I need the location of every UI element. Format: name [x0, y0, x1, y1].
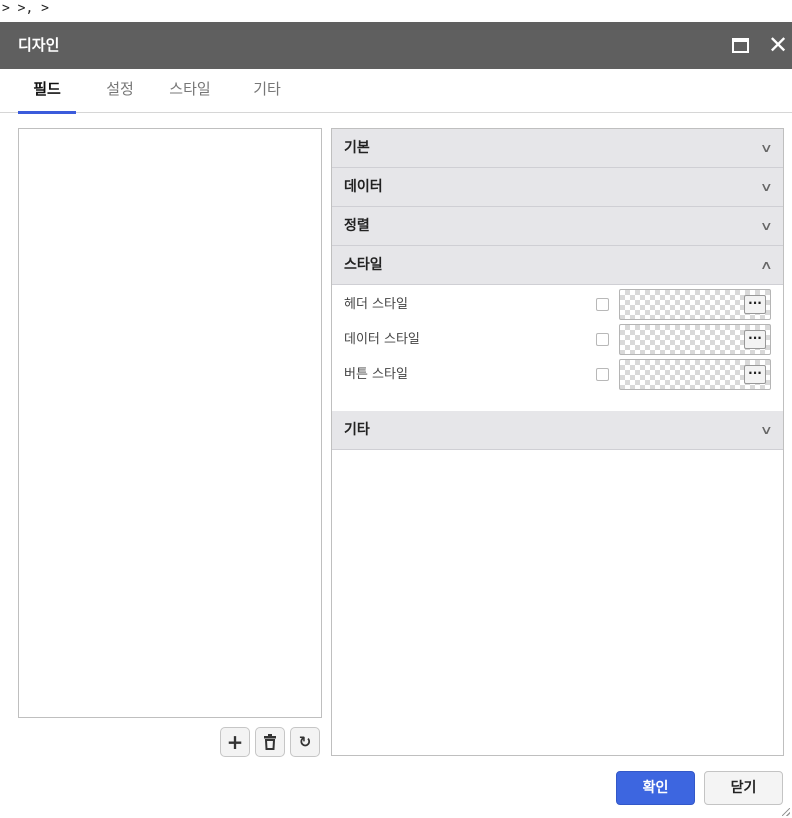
- style-row-button: 버튼 스타일 ···: [332, 357, 783, 392]
- section-data[interactable]: 데이터 ∨: [332, 168, 783, 207]
- tab-style[interactable]: 스타일: [157, 69, 223, 113]
- more-icon[interactable]: ···: [744, 365, 766, 384]
- section-basic[interactable]: 기본 ∨: [332, 129, 783, 168]
- section-etc-label: 기타: [344, 422, 370, 438]
- chevron-down-icon: ∨: [760, 180, 774, 194]
- style-row-label: 헤더 스타일: [344, 297, 408, 312]
- section-etc[interactable]: 기타 ∨: [332, 411, 783, 450]
- add-button[interactable]: +: [220, 727, 250, 757]
- section-basic-label: 기본: [344, 140, 370, 156]
- breadcrumb: > >, >: [2, 1, 49, 16]
- field-list-panel[interactable]: [18, 128, 322, 718]
- resize-grip-icon[interactable]: [782, 808, 790, 816]
- section-align-label: 정렬: [344, 218, 370, 234]
- plus-icon: +: [226, 730, 244, 754]
- button-style-checkbox[interactable]: [596, 368, 609, 381]
- maximize-icon[interactable]: [732, 38, 749, 53]
- confirm-button[interactable]: 확인: [616, 771, 695, 805]
- button-style-color-picker[interactable]: ···: [619, 359, 771, 390]
- tab-fields[interactable]: 필드: [18, 69, 76, 114]
- section-align[interactable]: 정렬 ∨: [332, 207, 783, 246]
- tab-settings[interactable]: 설정: [100, 69, 140, 113]
- section-data-label: 데이터: [344, 179, 383, 195]
- dialog-title: 디자인: [18, 36, 60, 54]
- design-dialog: 디자인 ✕ 필드 설정 스타일 기타 + ↻ 기본 ∨ 데이터 ∨ 정렬 ∨ 스…: [0, 22, 792, 818]
- chevron-up-icon: ∧: [760, 258, 774, 272]
- style-row-label: 데이터 스타일: [344, 332, 420, 347]
- style-row-header: 헤더 스타일 ···: [332, 287, 783, 322]
- style-row-data: 데이터 스타일 ···: [332, 322, 783, 357]
- section-style[interactable]: 스타일 ∧: [332, 246, 783, 285]
- close-button[interactable]: 닫기: [704, 771, 783, 805]
- chevron-down-icon: ∨: [760, 141, 774, 155]
- more-icon[interactable]: ···: [744, 330, 766, 349]
- more-icon[interactable]: ···: [744, 295, 766, 314]
- trash-icon: [264, 734, 276, 750]
- tab-bar: 필드 설정 스타일 기타: [0, 69, 792, 114]
- section-style-label: 스타일: [344, 257, 383, 273]
- data-style-color-picker[interactable]: ···: [619, 324, 771, 355]
- header-style-color-picker[interactable]: ···: [619, 289, 771, 320]
- refresh-icon: ↻: [298, 733, 312, 751]
- header-style-checkbox[interactable]: [596, 298, 609, 311]
- chevron-down-icon: ∨: [760, 423, 774, 437]
- data-style-checkbox[interactable]: [596, 333, 609, 346]
- chevron-down-icon: ∨: [760, 219, 774, 233]
- dialog-titlebar[interactable]: 디자인 ✕: [0, 22, 792, 69]
- properties-panel: 기본 ∨ 데이터 ∨ 정렬 ∨ 스타일 ∧ 헤더 스타일 ··· 데이터 스타일…: [331, 128, 784, 756]
- refresh-button[interactable]: ↻: [290, 727, 320, 757]
- style-row-label: 버튼 스타일: [344, 367, 408, 382]
- delete-button[interactable]: [255, 727, 285, 757]
- close-icon[interactable]: ✕: [766, 32, 790, 58]
- tab-etc[interactable]: 기타: [246, 69, 288, 113]
